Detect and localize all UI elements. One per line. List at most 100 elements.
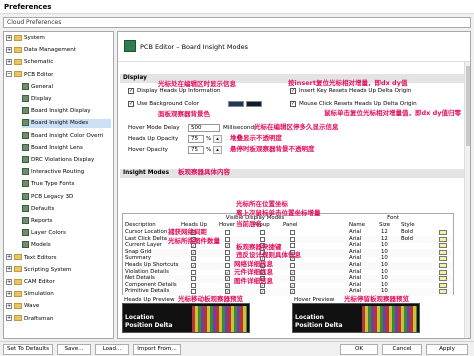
font-color-swatch[interactable] [439, 236, 447, 242]
hover-checkbox[interactable]: ✓ [225, 243, 230, 249]
heads-up-checkbox[interactable] [191, 276, 196, 282]
tree-item[interactable]: True Type Fonts [22, 180, 111, 189]
heads-up-checkbox[interactable] [191, 269, 196, 275]
panel-checkbox[interactable]: ✓ [290, 282, 295, 288]
use-bg-color-checkbox[interactable]: ✓ [128, 101, 134, 107]
expand-icon[interactable]: + [6, 266, 12, 273]
panel-checkbox[interactable] [290, 230, 295, 235]
tree-item[interactable]: PCB Legacy 3D [22, 192, 111, 202]
tree-item[interactable]: + Wave [6, 302, 111, 311]
hover-opacity-stepper[interactable]: ▴ [213, 146, 222, 154]
display-heads-up-checkbox[interactable]: ✓ [128, 88, 134, 94]
tree-item-label: Board Insight Display [31, 108, 91, 115]
tree-item[interactable]: + Text Editors [6, 254, 111, 263]
hover-checkbox[interactable]: ✓ [225, 276, 230, 282]
font-color-swatch[interactable] [439, 230, 447, 235]
expand-icon[interactable]: + [6, 254, 12, 261]
panel-checkbox[interactable]: ✓ [290, 269, 295, 275]
tree-item[interactable]: Display [22, 95, 111, 104]
scrollbar-thumb[interactable] [466, 66, 470, 146]
bg-color-swatch-2[interactable] [246, 101, 262, 107]
tree-item[interactable]: Board Insight Color Overri [22, 131, 111, 141]
expand-icon[interactable]: + [6, 46, 12, 53]
apply-button[interactable]: Apply [426, 344, 468, 355]
insert-key-checkbox[interactable]: ✓ [290, 88, 296, 94]
page-icon [22, 156, 29, 163]
font-color-swatch[interactable] [439, 243, 447, 249]
popup-checkbox[interactable]: ✓ [260, 289, 265, 295]
tree-item[interactable]: + Scripting System [6, 266, 111, 275]
hover-checkbox[interactable]: ✓ [225, 289, 230, 295]
mouse-click-checkbox[interactable]: ✓ [290, 101, 296, 107]
hover-checkbox[interactable] [225, 236, 230, 242]
tree-item[interactable]: Layer Colors [22, 229, 111, 238]
heads-up-checkbox[interactable] [191, 289, 196, 295]
expand-icon[interactable]: + [6, 278, 12, 285]
panel-checkbox[interactable]: ✓ [290, 276, 295, 282]
font-color-swatch[interactable] [439, 282, 447, 288]
tree-item[interactable]: Interactive Routing [22, 168, 111, 177]
ok-button[interactable]: OK [340, 344, 378, 355]
expand-icon[interactable]: + [6, 58, 12, 65]
expand-icon[interactable]: + [6, 290, 12, 297]
search-input[interactable]: Cloud Preferences [3, 17, 471, 28]
heads-up-checkbox[interactable] [191, 282, 196, 288]
panel-checkbox[interactable] [290, 243, 295, 249]
tree-item[interactable]: Board Insight Modes [22, 119, 111, 129]
tree-item[interactable]: + System [6, 34, 111, 43]
tree-item[interactable]: Board Insight Lens [22, 143, 111, 153]
tree-item[interactable]: Models [22, 241, 111, 250]
hover-checkbox[interactable] [225, 230, 230, 235]
popup-checkbox[interactable] [260, 230, 265, 235]
tree-item[interactable]: Defaults [22, 204, 111, 214]
annotation-hover-opacity: 悬停时板观察器背景不透明度 [230, 145, 315, 153]
hover-opacity-input[interactable]: 75 [188, 146, 204, 154]
heads-up-checkbox[interactable]: ✓ [191, 249, 196, 255]
hover-checkbox[interactable] [225, 256, 230, 262]
expand-icon[interactable]: + [6, 34, 12, 41]
tree-item[interactable]: DRC Violations Display [22, 156, 111, 165]
tree-item[interactable]: + Data Management [6, 46, 111, 55]
font-color-swatch[interactable] [439, 276, 447, 282]
set-to-defaults-button[interactable]: Set To Defaults [3, 344, 53, 355]
hover-checkbox[interactable] [225, 249, 230, 255]
tree-item[interactable]: Reports [22, 217, 111, 226]
heads-up-checkbox[interactable]: ✓ [191, 256, 196, 262]
font-color-swatch[interactable] [439, 289, 447, 295]
preferences-tree[interactable]: + System + Data Management + Schematic − PCB Ed… [3, 31, 114, 339]
panel-scrollbar[interactable] [464, 62, 470, 338]
import-from-button[interactable]: Import From... [133, 344, 181, 355]
tree-item-label: Models [31, 242, 51, 249]
annotation-mouse-click: 鼠标单击复位光标相对增量值，即dx dy值归零 [324, 109, 461, 117]
font-color-swatch[interactable] [439, 263, 447, 268]
tree-item[interactable]: General [22, 82, 111, 92]
hover-checkbox[interactable]: ✓ [225, 269, 230, 275]
tree-item[interactable]: + Simulation [6, 290, 111, 299]
hover-checkbox[interactable]: ✓ [225, 282, 230, 288]
font-color-swatch[interactable] [439, 249, 447, 255]
save-button[interactable]: Save... [57, 344, 91, 355]
hover-checkbox[interactable] [225, 263, 230, 268]
font-color-swatch[interactable] [439, 256, 447, 262]
font-color-swatch[interactable] [439, 269, 447, 275]
expand-icon[interactable]: + [6, 302, 12, 309]
cancel-button[interactable]: Cancel [382, 344, 422, 355]
panel-header: PCB Editor – Board Insight Modes [118, 32, 470, 62]
tree-item[interactable]: Board Insight Display [22, 107, 111, 116]
panel-checkbox[interactable]: ✓ [290, 289, 295, 295]
tree-item[interactable]: + Draftsman [6, 315, 111, 324]
hover-mode-delay-input[interactable]: 500 [188, 124, 220, 132]
expand-icon[interactable]: + [6, 315, 12, 322]
panel-checkbox[interactable] [290, 236, 295, 242]
load-button[interactable]: Load... [95, 344, 129, 355]
popup-checkbox[interactable] [260, 236, 265, 242]
panel-checkbox[interactable] [290, 263, 295, 268]
heads-up-opacity-input[interactable]: 75 [188, 135, 204, 143]
tree-item[interactable]: + CAM Editor [6, 278, 111, 287]
bg-color-swatch-1[interactable] [228, 101, 244, 107]
heads-up-opacity-stepper[interactable]: ▴ [213, 135, 222, 143]
heads-up-checkbox[interactable]: ✓ [191, 263, 196, 268]
tree-item[interactable]: − PCB Editor [6, 71, 111, 80]
collapse-icon[interactable]: − [6, 71, 12, 78]
tree-item[interactable]: + Schematic [6, 58, 111, 67]
